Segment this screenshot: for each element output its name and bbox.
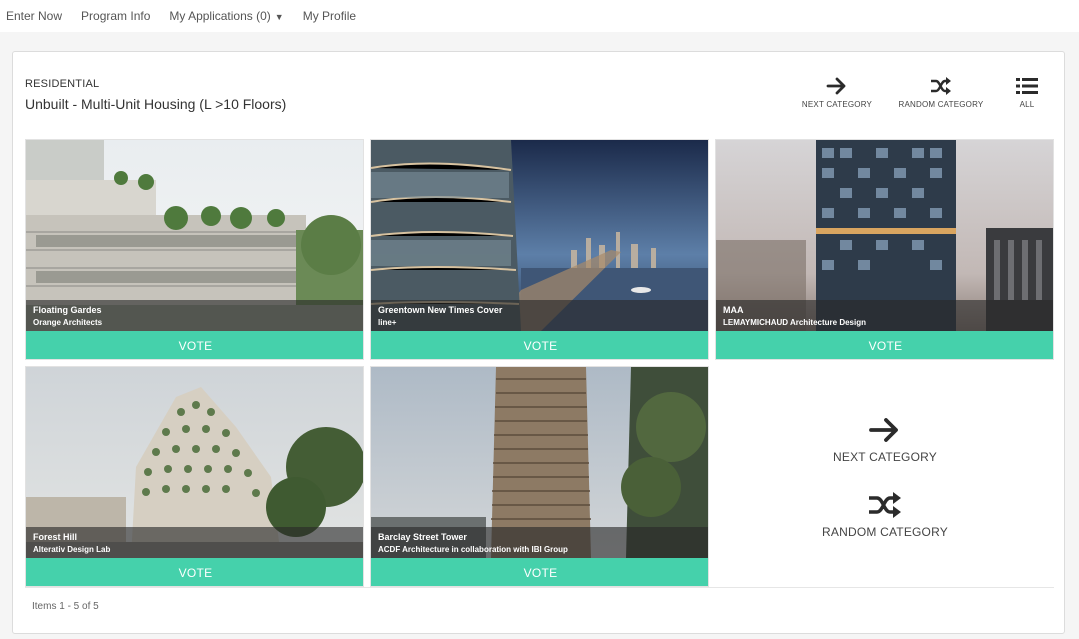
caret-down-icon: ▼ — [274, 12, 284, 22]
random-category-button[interactable]: RANDOM CATEGORY — [895, 76, 987, 114]
nav-my-profile[interactable]: My Profile — [303, 9, 356, 23]
random-category-label: RANDOM CATEGORY — [898, 100, 984, 109]
entry-card-floating-gardes[interactable]: Floating Gardes Orange Architects VOTE — [25, 139, 364, 360]
entry-caption: MAA LEMAYMICHAUD Architecture Design — [716, 300, 1053, 331]
shuffle-icon — [931, 77, 951, 95]
entry-card-maa[interactable]: MAA LEMAYMICHAUD Architecture Design VOT… — [715, 139, 1054, 360]
shuffle-icon — [869, 492, 901, 518]
nav-my-applications-label: My Applications (0) — [169, 9, 271, 23]
entry-firm: LEMAYMICHAUD Architecture Design — [723, 318, 866, 327]
entry-card-greentown-new-times-cover[interactable]: Greentown New Times Cover line+ VOTE — [370, 139, 709, 360]
entry-firm: ACDF Architecture in collaboration with … — [378, 545, 568, 554]
entry-firm: Alterativ Design Lab — [33, 545, 111, 554]
random-category-large-label: RANDOM CATEGORY — [822, 525, 948, 539]
entry-title: Greentown New Times Cover — [378, 305, 503, 315]
entry-caption: Floating Gardes Orange Architects — [26, 300, 363, 331]
all-categories-label: ALL — [1019, 100, 1035, 109]
entry-caption: Greentown New Times Cover line+ — [371, 300, 708, 331]
vote-button[interactable]: VOTE — [371, 558, 708, 586]
next-category-large-button[interactable]: NEXT CATEGORY — [715, 416, 1055, 464]
entry-title: Floating Gardes — [33, 305, 102, 315]
next-category-large-label: NEXT CATEGORY — [833, 450, 937, 464]
nav-program-info[interactable]: Program Info — [81, 9, 150, 23]
entry-title: Forest Hill — [33, 532, 78, 542]
vote-button[interactable]: VOTE — [26, 331, 363, 359]
entry-firm: Orange Architects — [33, 318, 103, 327]
category-actions: NEXT CATEGORY RANDOM CATEGORY — [715, 366, 1055, 587]
nav-my-applications[interactable]: My Applications (0) ▼ — [169, 9, 283, 23]
all-categories-button[interactable]: ALL — [1011, 76, 1043, 114]
entry-firm: line+ — [378, 318, 397, 327]
footer-divider — [25, 587, 1054, 588]
vote-button[interactable]: VOTE — [26, 558, 363, 586]
category-label: RESIDENTIAL — [25, 78, 100, 90]
entry-card-forest-hill[interactable]: Forest Hill Alterativ Design Lab VOTE — [25, 366, 364, 587]
entry-caption: Barclay Street Tower ACDF Architecture i… — [371, 527, 708, 558]
items-count: Items 1 - 5 of 5 — [32, 601, 99, 612]
voting-panel: RESIDENTIAL Unbuilt - Multi-Unit Housing… — [12, 51, 1065, 634]
next-category-button[interactable]: NEXT CATEGORY — [799, 76, 875, 114]
next-category-label: NEXT CATEGORY — [801, 100, 873, 109]
vote-button[interactable]: VOTE — [371, 331, 708, 359]
arrow-right-icon — [826, 77, 846, 95]
entry-card-barclay-street-tower[interactable]: Barclay Street Tower ACDF Architecture i… — [370, 366, 709, 587]
nav-enter-now[interactable]: Enter Now — [6, 9, 62, 23]
arrow-right-icon — [869, 418, 898, 442]
entry-title: Barclay Street Tower — [378, 532, 467, 542]
vote-button[interactable]: VOTE — [716, 331, 1053, 359]
random-category-large-button[interactable]: RANDOM CATEGORY — [715, 491, 1055, 539]
category-title: Unbuilt - Multi-Unit Housing (L >10 Floo… — [25, 96, 287, 112]
top-navigation: Enter Now Program Info My Applications (… — [0, 0, 1079, 32]
entry-title: MAA — [723, 305, 744, 315]
list-icon — [1016, 78, 1038, 94]
entry-caption: Forest Hill Alterativ Design Lab — [26, 527, 363, 558]
